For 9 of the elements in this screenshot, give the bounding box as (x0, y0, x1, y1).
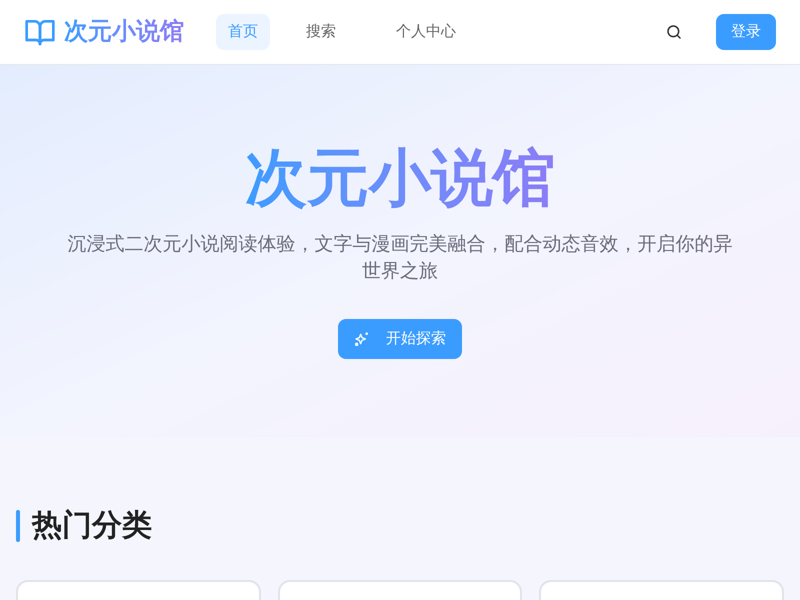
nav-tab[interactable]: 个人中心 (372, 14, 480, 50)
section-title: 热门分类 (32, 508, 152, 544)
nav-tab[interactable]: 搜索 (282, 14, 360, 50)
explore-button[interactable]: 开始探索 (338, 319, 462, 359)
sparkle-icon (354, 331, 370, 347)
hero-subtitle: 沉浸式二次元小说阅读体验，文字与漫画完美融合，配合动态音效，开启你的异世界之旅 (66, 232, 734, 284)
login-button[interactable]: 登录 (716, 14, 776, 50)
search-icon[interactable] (666, 24, 682, 40)
nav-tab[interactable]: 首页 (216, 14, 270, 50)
